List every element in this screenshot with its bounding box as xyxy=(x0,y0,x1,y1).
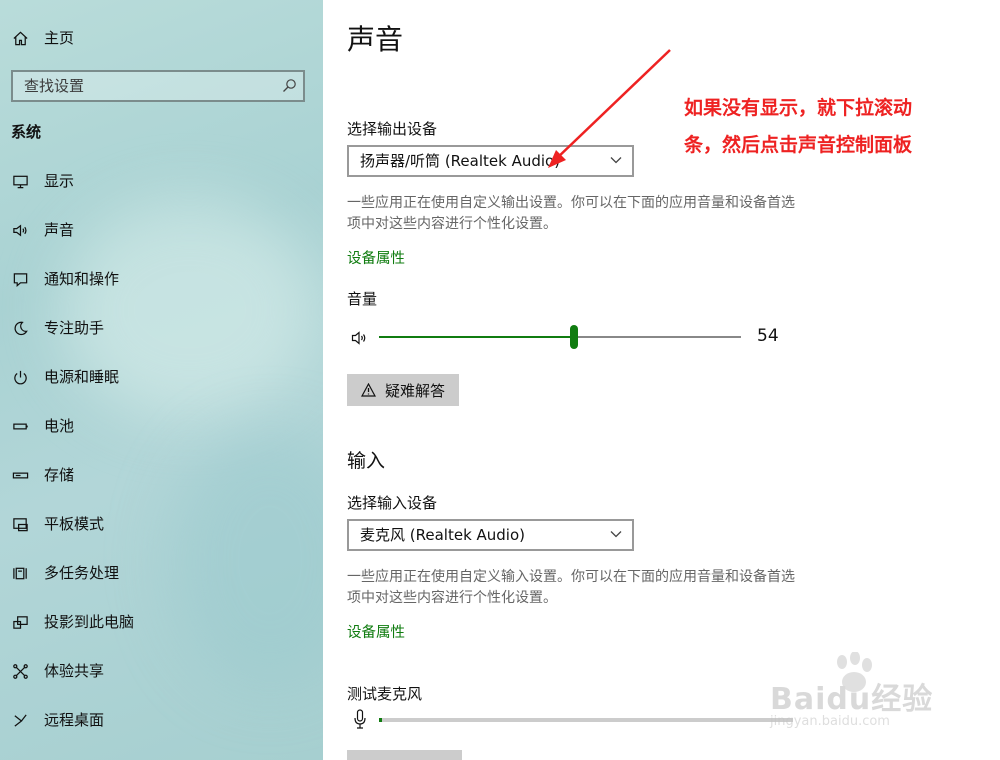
page-title: 声音 xyxy=(347,23,404,56)
sidebar-item-label: 电池 xyxy=(44,417,75,435)
troubleshoot-label: 疑难解答 xyxy=(385,381,446,400)
output-device-selected: 扬声器/听筒 (Realtek Audio) xyxy=(360,152,561,170)
volume-value: 54 xyxy=(757,326,779,346)
search-input[interactable] xyxy=(13,72,273,100)
sidebar-item-notifications[interactable]: 通知和操作 xyxy=(0,259,323,299)
input-description: 一些应用正在使用自定义输入设置。你可以在下面的应用音量和设备首选项中对这些内容进… xyxy=(347,569,795,606)
sidebar-item-label: 体验共享 xyxy=(44,662,105,680)
sidebar-item-battery[interactable]: 电池 xyxy=(0,406,323,446)
baidu-watermark: Baidu经验 jingyan.baidu.com xyxy=(770,652,990,747)
sidebar-item-shared-experiences[interactable]: 体验共享 xyxy=(0,651,323,691)
output-device-select[interactable]: 扬声器/听筒 (Realtek Audio) xyxy=(347,145,634,177)
moon-icon xyxy=(11,319,29,337)
sidebar: 主页 系统 显示 声音 通知和操作 专注助手 xyxy=(0,0,323,760)
input-device-label: 选择输入设备 xyxy=(347,494,438,512)
volume-label: 音量 xyxy=(347,290,378,308)
annotation-line-2: 条，然后点击声音控制面板 xyxy=(684,134,913,156)
input-device-properties-link[interactable]: 设备属性 xyxy=(347,621,405,642)
sidebar-item-label: 远程桌面 xyxy=(44,711,105,729)
output-device-label: 选择输出设备 xyxy=(347,120,438,138)
sidebar-item-tablet-mode[interactable]: 平板模式 xyxy=(0,504,323,544)
watermark-url: jingyan.baidu.com xyxy=(770,714,890,729)
chevron-down-icon xyxy=(610,531,622,538)
chevron-down-icon xyxy=(610,157,622,164)
mic-level-meter xyxy=(379,718,793,722)
output-device-properties-link[interactable]: 设备属性 xyxy=(347,247,405,268)
power-icon xyxy=(11,368,29,386)
input-device-select[interactable]: 麦克风 (Realtek Audio) xyxy=(347,519,634,551)
sidebar-item-focus-assist[interactable]: 专注助手 xyxy=(0,308,323,348)
monitor-icon xyxy=(11,172,29,190)
storage-icon xyxy=(11,466,29,484)
partial-button[interactable] xyxy=(347,750,462,760)
microphone-icon xyxy=(354,709,366,729)
input-device-selected: 麦克风 (Realtek Audio) xyxy=(360,526,526,544)
nav-home[interactable]: 主页 xyxy=(0,18,323,58)
output-description: 一些应用正在使用自定义输出设置。你可以在下面的应用音量和设备首选项中对这些内容进… xyxy=(347,195,795,232)
projecting-icon xyxy=(11,613,29,631)
sidebar-item-multitasking[interactable]: 多任务处理 xyxy=(0,553,323,593)
troubleshoot-button[interactable]: 疑难解答 xyxy=(347,374,460,406)
annotation-line-1: 如果没有显示，就下拉滚动 xyxy=(684,97,913,119)
test-mic-label: 测试麦克风 xyxy=(347,685,423,703)
sidebar-item-sound[interactable]: 声音 xyxy=(0,210,323,250)
home-icon xyxy=(11,29,29,47)
multitasking-icon xyxy=(11,564,29,582)
nav-home-label: 主页 xyxy=(44,29,75,47)
sidebar-item-label: 声音 xyxy=(44,221,75,239)
annotation-text: 如果没有显示，就下拉滚动 条，然后点击声音控制面板 xyxy=(684,90,964,164)
speaker-icon xyxy=(11,221,29,239)
sidebar-item-label: 通知和操作 xyxy=(44,270,120,288)
warning-icon xyxy=(361,383,376,397)
search-box[interactable] xyxy=(11,70,305,102)
shared-experiences-icon xyxy=(11,662,29,680)
sidebar-item-label: 显示 xyxy=(44,172,75,190)
sidebar-item-label: 专注助手 xyxy=(44,319,105,337)
volume-slider-fill xyxy=(379,336,575,338)
sidebar-item-label: 电源和睡眠 xyxy=(44,368,120,386)
sidebar-item-label: 投影到此电脑 xyxy=(44,613,135,631)
search-icon[interactable] xyxy=(281,78,297,94)
battery-icon xyxy=(11,417,29,435)
section-title: 系统 xyxy=(11,123,42,141)
sidebar-item-storage[interactable]: 存储 xyxy=(0,455,323,495)
remote-desktop-icon xyxy=(11,711,29,729)
sidebar-item-projecting[interactable]: 投影到此电脑 xyxy=(0,602,323,642)
watermark-brand: Baidu经验 xyxy=(770,682,934,717)
sidebar-item-label: 多任务处理 xyxy=(44,564,120,582)
sidebar-item-power-sleep[interactable]: 电源和睡眠 xyxy=(0,357,323,397)
volume-slider[interactable] xyxy=(379,325,741,349)
sidebar-item-display[interactable]: 显示 xyxy=(0,161,323,201)
notification-icon xyxy=(11,270,29,288)
tablet-mode-icon xyxy=(11,515,29,533)
mic-level-fill xyxy=(379,718,382,722)
input-heading: 输入 xyxy=(347,450,386,472)
sidebar-item-label: 平板模式 xyxy=(44,515,105,533)
sidebar-item-remote-desktop[interactable]: 远程桌面 xyxy=(0,700,323,740)
speaker-icon[interactable] xyxy=(351,330,369,346)
sidebar-item-label: 存储 xyxy=(44,466,75,484)
volume-slider-thumb[interactable] xyxy=(570,325,579,349)
